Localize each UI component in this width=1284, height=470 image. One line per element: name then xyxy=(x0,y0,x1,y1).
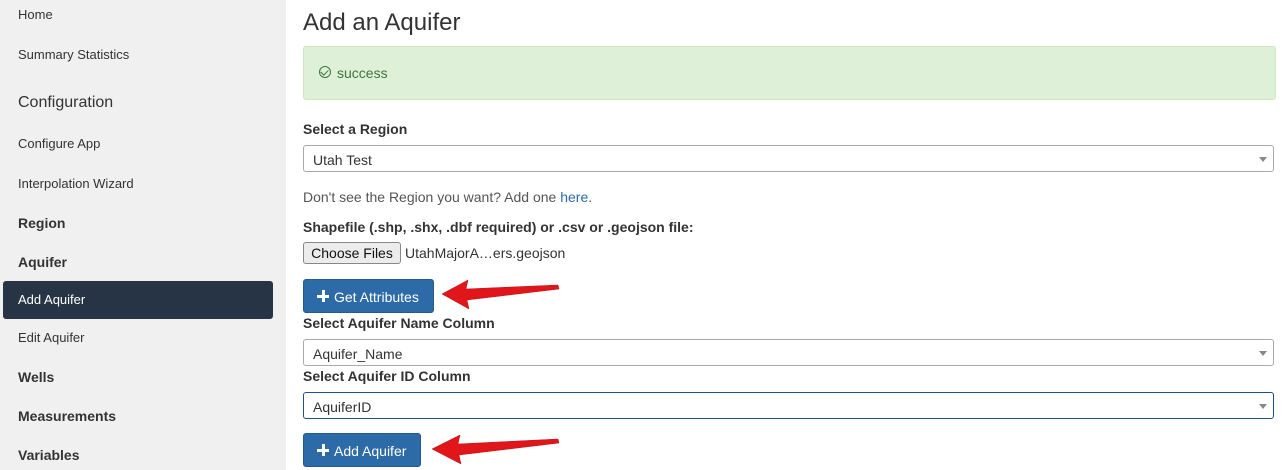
region-hint-end: . xyxy=(588,189,593,205)
sidebar-item-summary-statistics[interactable]: Summary Statistics xyxy=(18,47,129,62)
sidebar-item-edit-aquifer[interactable]: Edit Aquifer xyxy=(18,330,85,345)
page-title: Add an Aquifer xyxy=(303,9,461,36)
add-aquifer-label: Add Aquifer xyxy=(334,443,407,459)
sidebar-item-add-aquifer[interactable]: Add Aquifer xyxy=(3,281,273,319)
sidebar-item-interpolation-wizard[interactable]: Interpolation Wizard xyxy=(18,176,134,191)
add-region-link[interactable]: here xyxy=(560,189,588,205)
region-select[interactable]: Utah Test xyxy=(303,145,1274,172)
region-select-value: Utah Test xyxy=(313,152,372,168)
add-aquifer-button[interactable]: Add Aquifer xyxy=(303,433,421,467)
sidebar-heading-configuration: Configuration xyxy=(18,94,114,111)
region-label: Select a Region xyxy=(303,121,408,137)
sidebar-item-home[interactable]: Home xyxy=(18,7,53,22)
id-column-label: Select Aquifer ID Column xyxy=(303,368,471,384)
sidebar-item-configure-app[interactable]: Configure App xyxy=(18,136,100,151)
alert-message: success xyxy=(337,65,388,81)
chevron-down-icon xyxy=(1259,404,1267,409)
sidebar-item-wells[interactable]: Wells xyxy=(18,369,54,385)
sidebar-item-aquifer[interactable]: Aquifer xyxy=(18,254,67,270)
name-column-label: Select Aquifer Name Column xyxy=(303,315,495,331)
sidebar-item-label: Add Aquifer xyxy=(18,292,86,307)
selected-file-name: UtahMajorA…ers.geojson xyxy=(405,245,566,261)
sidebar-item-variables[interactable]: Variables xyxy=(18,447,80,463)
get-attributes-label: Get Attributes xyxy=(334,289,419,305)
name-column-select-value: Aquifer_Name xyxy=(313,346,403,362)
annotation-arrow-icon xyxy=(441,279,560,310)
sidebar-item-measurements[interactable]: Measurements xyxy=(18,408,116,424)
check-circle-icon xyxy=(319,66,331,78)
sidebar: Home Summary Statistics Configuration Co… xyxy=(0,0,286,470)
file-label: Shapefile (.shp, .shx, .dbf required) or… xyxy=(303,219,694,235)
success-alert: success xyxy=(303,46,1276,100)
id-column-select-value: AquiferID xyxy=(313,399,372,415)
chevron-down-icon xyxy=(1259,157,1267,162)
annotation-arrow-icon xyxy=(431,434,560,465)
choose-files-button[interactable]: Choose Files xyxy=(303,242,401,264)
id-column-select[interactable]: AquiferID xyxy=(303,392,1274,419)
region-hint: Don't see the Region you want? Add one h… xyxy=(303,189,592,205)
chevron-down-icon xyxy=(1259,351,1267,356)
plus-icon xyxy=(317,444,329,456)
get-attributes-button[interactable]: Get Attributes xyxy=(303,279,434,313)
name-column-select[interactable]: Aquifer_Name xyxy=(303,339,1274,366)
region-hint-text: Don't see the Region you want? Add one xyxy=(303,189,561,205)
sidebar-item-region[interactable]: Region xyxy=(18,215,65,231)
plus-icon xyxy=(317,290,329,302)
